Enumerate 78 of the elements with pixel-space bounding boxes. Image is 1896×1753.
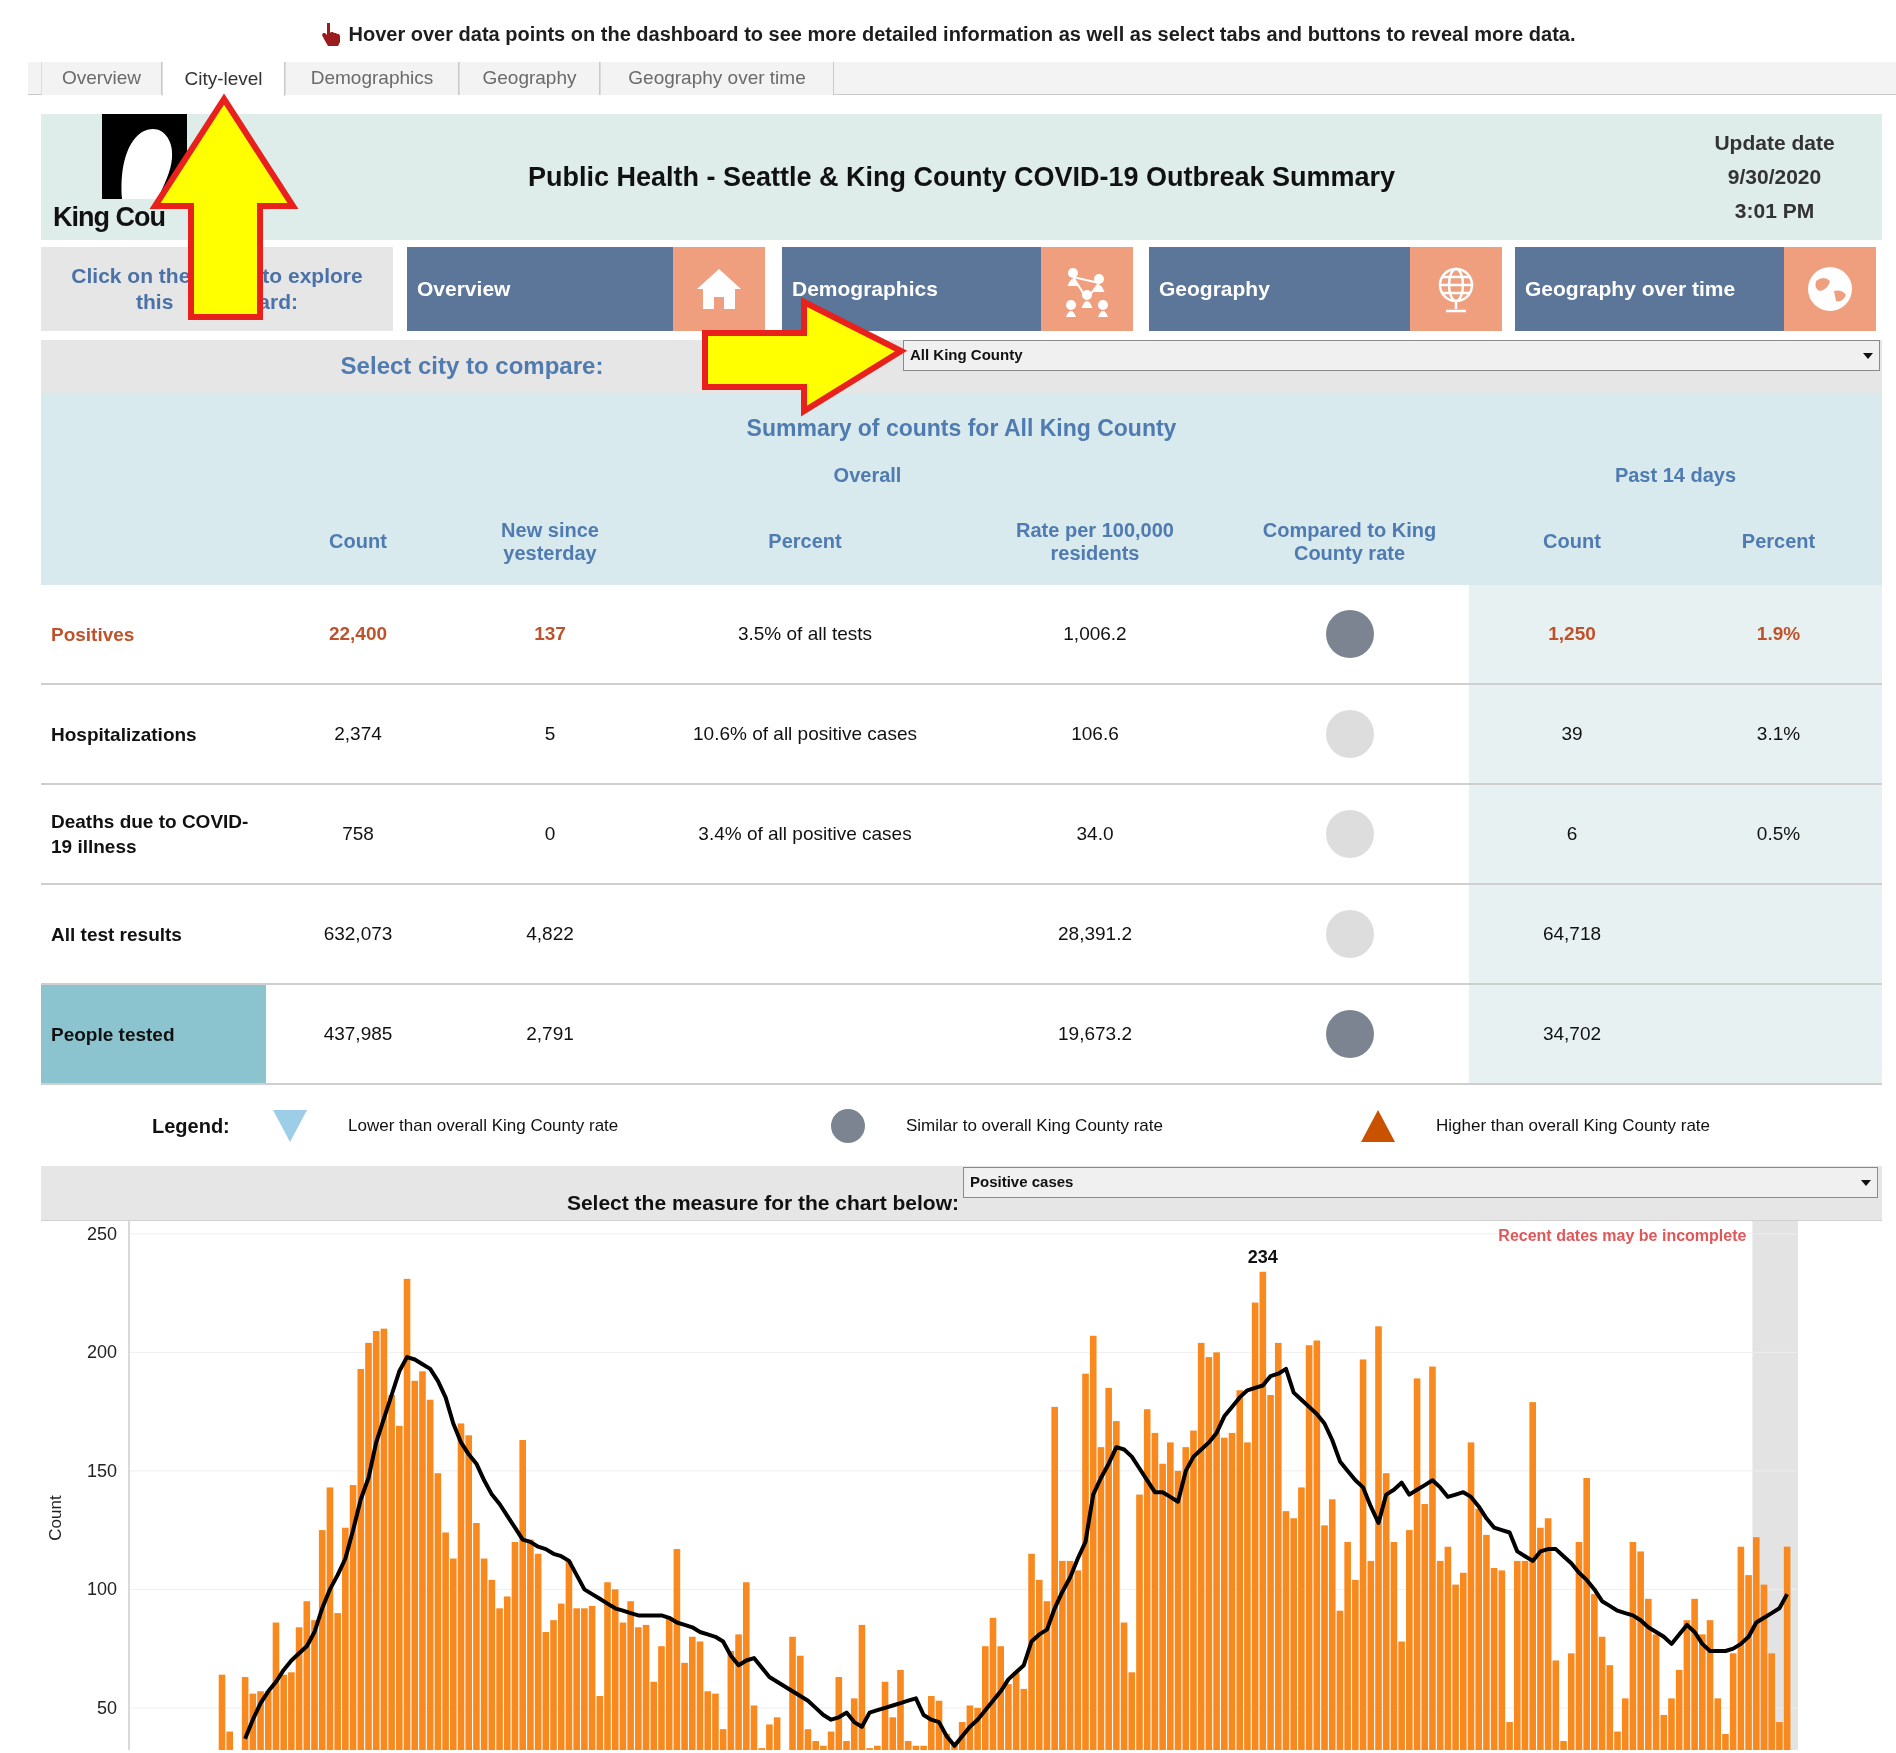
data-label: 234 (1247, 1246, 1278, 1267)
table-cell-text: 632,073 (323, 921, 393, 946)
table-cell-text: 106.6 (1071, 721, 1119, 746)
pointer-hand-icon (320, 22, 341, 46)
prompt-text: this (136, 289, 174, 315)
row-label: Positives (50, 622, 136, 647)
update-time: 3:01 PM (1733, 198, 1816, 224)
nav-button[interactable]: Overview (407, 247, 765, 331)
column-heading: Rate per 100,000 residents (1015, 518, 1175, 565)
column-heading: Percent (1741, 530, 1816, 553)
table-cell-text: 39 (1561, 721, 1583, 746)
table-cell-text: 2,374 (334, 721, 382, 746)
table-cell-text: 10.6% of all positive cases (693, 721, 917, 746)
legend-text: Similar to overall King County rate (906, 1114, 1163, 1137)
prompt-text: to explore (262, 263, 363, 289)
nav-button[interactable]: Geography over time (1515, 247, 1876, 331)
table-cell-text: 3.4% of all positive cases (698, 821, 912, 846)
column-heading: New since yesterday (500, 518, 600, 565)
instruction-text: Hover over data points on the dashboard to see more detailed information as well as select tabs and buttons to reveal more data. (348, 22, 1576, 47)
nav-button[interactable]: Demographics (782, 247, 1133, 331)
table-cell-text: 64,718 (1542, 921, 1602, 946)
update-label: Update date (1713, 130, 1836, 156)
table-cell-text: 2,791 (526, 1021, 574, 1046)
table-cell-text: 1.9% (1756, 621, 1801, 646)
logo-text: King Cou (53, 204, 166, 231)
legend-label: Legend: (152, 1113, 231, 1139)
axis-tick-label: 50 (96, 1697, 117, 1718)
dashboard-title: Public Health - Seattle & King County COVID-19 Outbreak Summary (527, 160, 1396, 194)
table-cell-text: 22,400 (328, 621, 388, 646)
row-label: People tested (41, 985, 266, 1083)
row-label: Hospitalizations (50, 722, 198, 747)
caret-icon (1863, 352, 1873, 359)
table-cell-text: 758 (342, 821, 374, 846)
caret-icon (1861, 1179, 1871, 1186)
row-label: Deaths due to COVID-19 illness (50, 810, 250, 859)
table-cell-text: 437,985 (323, 1021, 393, 1046)
row-label: All test results (50, 922, 183, 947)
axis-tick-label: 200 (86, 1342, 117, 1363)
update-date: 9/30/2020 (1726, 164, 1823, 190)
table-cell-text: 3.5% of all tests (737, 621, 873, 646)
table-cell-text: 28,391.2 (1058, 921, 1132, 946)
column-heading: Percent (768, 530, 842, 553)
chart-note: Recent dates may be incomplete (1498, 1227, 1747, 1244)
table-cell-text: 34,702 (1542, 1021, 1602, 1046)
table-cell-text: 0 (544, 821, 556, 846)
column-heading: Compared to King County rate (1261, 518, 1438, 565)
axis-title: Count (46, 1495, 65, 1541)
axis-tick-label: 150 (86, 1460, 117, 1481)
table-cell-text: 3.1% (1756, 721, 1801, 746)
tab[interactable]: Overview (41, 62, 162, 95)
table-cell-text: 0.5% (1756, 821, 1801, 846)
tab[interactable]: Geography over time (600, 62, 834, 95)
axis-tick-label: 250 (86, 1223, 117, 1244)
column-heading: Count (1543, 530, 1601, 553)
axis-tick-label: 100 (86, 1579, 117, 1600)
tab[interactable]: City-level (162, 62, 285, 96)
column-group-heading: Overall (833, 464, 902, 487)
table-cell-text: 137 (534, 621, 566, 646)
tab[interactable]: Demographics (285, 62, 459, 95)
nav-button[interactable]: Geography (1149, 247, 1502, 331)
table-cell-text: 19,673.2 (1058, 1021, 1132, 1046)
table-cell-text: 1,250 (1548, 621, 1596, 646)
table-cell-text: 4,822 (526, 921, 574, 946)
measure-dropdown[interactable]: Positive cases (963, 1167, 1878, 1198)
table-cell-text: 6 (1566, 821, 1578, 846)
filter-label: Select city to compare: (340, 352, 604, 379)
table-title: Summary of counts for All King County (746, 415, 1177, 441)
column-group-heading: Past 14 days (1614, 464, 1737, 487)
prompt-text: Click on the (71, 263, 191, 289)
table-cell-text: 5 (544, 721, 556, 746)
city-dropdown[interactable]: All King County (903, 340, 1880, 371)
table-cell-text: 1,006.2 (1063, 621, 1127, 646)
column-heading: Count (329, 530, 387, 553)
table-cell-text: 34.0 (1076, 821, 1114, 846)
legend-text: Lower than overall King County rate (348, 1114, 619, 1137)
legend-text: Higher than overall King County rate (1436, 1114, 1711, 1137)
tab[interactable]: Geography (459, 62, 600, 95)
filter-label: Select the measure for the chart below: (566, 1190, 959, 1214)
